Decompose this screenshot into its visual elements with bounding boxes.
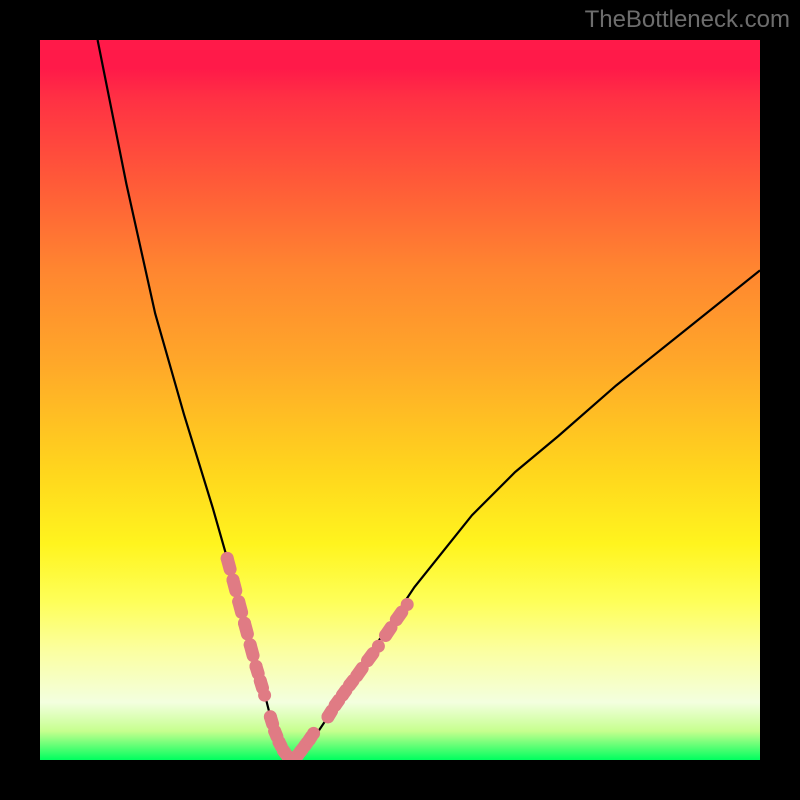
highlight-dash <box>342 690 346 695</box>
highlight-dash <box>227 558 230 569</box>
highlight-dash <box>328 711 332 717</box>
highlight-dash <box>239 602 242 613</box>
highlight-dash <box>350 680 354 685</box>
highlight-dash <box>245 623 248 634</box>
highlight-dash <box>368 653 373 660</box>
highlight-markers <box>221 552 414 760</box>
chart-frame: TheBottleneck.com <box>0 0 800 800</box>
highlight-dash <box>250 645 253 656</box>
highlight-dash <box>396 612 401 620</box>
plot-area <box>40 40 760 760</box>
highlight-dash <box>233 580 236 591</box>
highlight-dot <box>307 727 320 740</box>
watermark: TheBottleneck.com <box>585 6 790 34</box>
highlight-dash <box>270 717 272 724</box>
curve-svg <box>40 40 760 760</box>
highlight-dash <box>256 666 258 673</box>
highlight-dot <box>372 640 385 653</box>
bottleneck-curve <box>98 40 760 760</box>
highlight-dash <box>335 700 339 705</box>
highlight-dash <box>260 681 262 688</box>
highlight-dash <box>357 668 362 676</box>
highlight-dot <box>258 689 271 702</box>
highlight-dash <box>386 628 391 636</box>
highlight-dash <box>275 731 277 736</box>
highlight-dot <box>401 598 414 611</box>
